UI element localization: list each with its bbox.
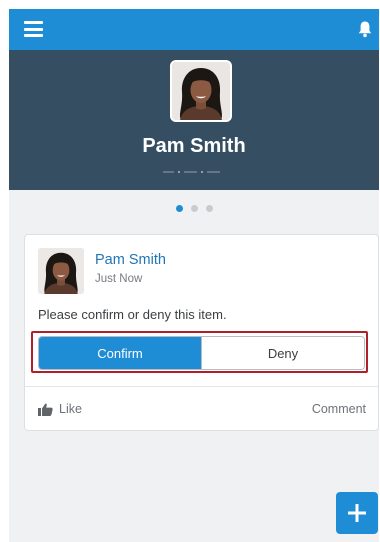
confirm-button[interactable]: Confirm <box>39 337 201 369</box>
page-dot-1[interactable] <box>175 205 183 212</box>
page-dot-2[interactable] <box>190 205 198 212</box>
confirm-deny-toggle: Confirm Deny <box>38 336 365 370</box>
card-divider <box>25 386 378 387</box>
feed-card: Pam Smith Just Now Please confirm or den… <box>24 234 379 431</box>
mobile-app-screen: Pam Smith Pam Smith Just Now Please conf… <box>9 9 379 542</box>
profile-avatar[interactable] <box>172 62 230 120</box>
page-dot-3[interactable] <box>205 205 213 212</box>
user-photo-icon <box>38 248 84 294</box>
thumbs-up-icon <box>38 403 53 416</box>
comment-button[interactable]: Comment <box>312 402 366 416</box>
like-button[interactable]: Like <box>38 402 82 416</box>
top-nav-bar <box>9 9 379 50</box>
page-indicator <box>9 205 379 212</box>
deny-button[interactable]: Deny <box>201 337 364 369</box>
post-timestamp: Just Now <box>95 273 143 285</box>
bell-icon[interactable] <box>358 20 372 38</box>
profile-name: Pam Smith <box>142 135 246 157</box>
author-avatar[interactable] <box>38 248 84 294</box>
plus-icon <box>348 504 366 522</box>
add-button[interactable] <box>336 492 378 534</box>
profile-header: Pam Smith <box>9 50 379 190</box>
profile-detail-placeholder <box>163 171 220 173</box>
post-message: Please confirm or deny this item. <box>38 307 227 322</box>
like-label: Like <box>59 402 82 416</box>
author-name-link[interactable]: Pam Smith <box>95 252 166 268</box>
hamburger-menu-icon[interactable] <box>24 21 43 37</box>
user-photo-icon <box>172 62 230 120</box>
